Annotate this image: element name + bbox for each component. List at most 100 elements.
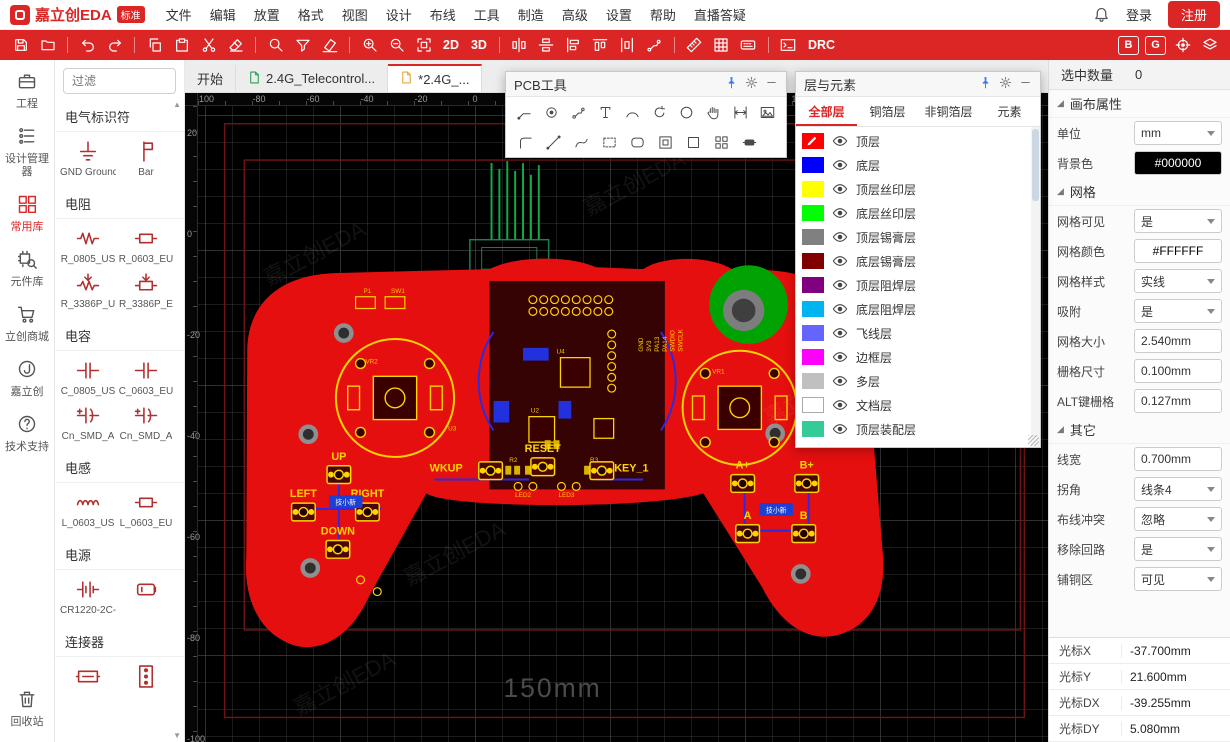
menu-item-2[interactable]: 放置	[245, 4, 289, 27]
layer-row[interactable]: 底层锡膏层	[796, 249, 1030, 273]
pcb-tools-header[interactable]: PCB工具	[506, 72, 786, 97]
layer-row[interactable]: 多层	[796, 369, 1030, 393]
menu-item-5[interactable]: 设计	[377, 4, 421, 27]
sidebar-item-recycle-bin[interactable]: 回收站	[0, 686, 54, 732]
component-item[interactable]: C_0603_EU	[117, 354, 175, 399]
layers-tab-2[interactable]: 非铜箔层	[918, 97, 979, 126]
hand-tool-button[interactable]	[701, 100, 726, 124]
layer-color-swatch[interactable]	[802, 397, 824, 413]
line-45-tool-button[interactable]	[540, 130, 566, 154]
layer-color-swatch[interactable]	[802, 157, 824, 173]
bom-button[interactable]: B	[1118, 36, 1139, 55]
array-tool-button[interactable]	[708, 130, 734, 154]
layer-color-swatch[interactable]	[802, 205, 824, 221]
property-select[interactable]: 实线	[1134, 269, 1222, 293]
section-header[interactable]: ◢画布属性	[1049, 90, 1230, 118]
distribute-button[interactable]	[615, 33, 640, 57]
measure-button[interactable]	[682, 33, 707, 57]
property-select[interactable]: 是	[1134, 537, 1222, 561]
layer-row[interactable]: 顶层	[796, 129, 1030, 153]
sidebar-item-component-library[interactable]: 元件库	[0, 246, 54, 292]
redo-button[interactable]	[102, 33, 127, 57]
visibility-eye-icon[interactable]	[832, 253, 848, 269]
component-item[interactable]: R_0603_EU	[117, 222, 175, 267]
layer-color-swatch[interactable]	[802, 349, 824, 365]
component-item[interactable]	[59, 660, 117, 694]
component-item[interactable]: L_0603_US	[59, 486, 117, 531]
copy-button[interactable]	[142, 33, 167, 57]
component-item[interactable]: C_0805_US	[59, 354, 117, 399]
terminal-button[interactable]	[776, 33, 801, 57]
mirror-horizontal-button[interactable]	[507, 33, 532, 57]
color-swatch-control[interactable]: #000000	[1134, 151, 1222, 175]
via-tool-button[interactable]	[539, 100, 564, 124]
component-item[interactable]: R_3386P_U	[59, 267, 117, 312]
component-item[interactable]	[117, 660, 175, 694]
minimize-icon[interactable]	[1019, 76, 1032, 92]
spline-tool-button[interactable]	[568, 130, 594, 154]
sidebar-item-common-library[interactable]: 常用库	[0, 191, 54, 237]
layer-color-swatch[interactable]	[802, 325, 824, 341]
layer-row[interactable]: 底层	[796, 153, 1030, 177]
library-scroll-up[interactable]: ▲	[173, 100, 181, 109]
dashed-rect-tool-button[interactable]	[596, 130, 622, 154]
visibility-eye-icon[interactable]	[832, 181, 848, 197]
shortcut-button[interactable]	[736, 33, 761, 57]
property-select[interactable]: 是	[1134, 209, 1222, 233]
gear-icon[interactable]	[999, 76, 1012, 92]
layer-row[interactable]: 顶层锡膏层	[796, 225, 1030, 249]
pin-icon[interactable]	[979, 76, 992, 92]
library-scroll-down[interactable]: ▼	[173, 731, 181, 740]
menu-item-11[interactable]: 帮助	[641, 4, 685, 27]
component-item[interactable]: GND Ground	[59, 135, 117, 180]
arc-tool-button[interactable]	[620, 100, 645, 124]
layer-row[interactable]: 底层阻焊层	[796, 297, 1030, 321]
text-tool-button[interactable]	[593, 100, 618, 124]
visibility-eye-icon[interactable]	[832, 397, 848, 413]
grid-settings-button[interactable]	[709, 33, 734, 57]
drc-button[interactable]: DRC	[803, 38, 840, 52]
layer-color-swatch[interactable]	[802, 229, 824, 245]
menu-item-8[interactable]: 制造	[509, 4, 553, 27]
menu-item-10[interactable]: 设置	[597, 4, 641, 27]
menu-item-9[interactable]: 高级	[553, 4, 597, 27]
track-tool-button[interactable]	[512, 100, 537, 124]
visibility-eye-icon[interactable]	[832, 133, 848, 149]
route-button[interactable]	[642, 33, 667, 57]
layer-row[interactable]: 边框层	[796, 345, 1030, 369]
cleanup-button[interactable]	[317, 33, 342, 57]
layers-tab-3[interactable]: 元素	[979, 97, 1040, 126]
component-item[interactable]: R_0805_US	[59, 222, 117, 267]
corner-tool-button[interactable]	[512, 130, 538, 154]
sidebar-item-support[interactable]: 技术支持	[0, 411, 54, 457]
visibility-eye-icon[interactable]	[832, 277, 848, 293]
layer-color-swatch[interactable]	[802, 301, 824, 317]
pad-rect-tool-button[interactable]	[736, 130, 762, 154]
pin-icon[interactable]	[725, 76, 738, 92]
register-button[interactable]: 注册	[1168, 1, 1220, 28]
save-button[interactable]	[8, 33, 33, 57]
notifications-bell-icon[interactable]	[1093, 5, 1110, 25]
visibility-eye-icon[interactable]	[832, 205, 848, 221]
component-item[interactable]: Cn_SMD_A	[117, 399, 175, 444]
menu-item-6[interactable]: 布线	[421, 4, 465, 27]
property-select[interactable]: 忽略	[1134, 507, 1222, 531]
sidebar-item-jlc[interactable]: 嘉立创	[0, 356, 54, 402]
component-item[interactable]: Cn_SMD_A	[59, 399, 117, 444]
layer-row[interactable]: 顶层丝印层	[796, 177, 1030, 201]
zoom-in-button[interactable]	[357, 33, 382, 57]
property-select[interactable]: 可见	[1134, 567, 1222, 591]
layer-row[interactable]: 顶层装配层	[796, 417, 1030, 441]
property-input[interactable]: 2.540mm	[1134, 329, 1222, 353]
visibility-eye-icon[interactable]	[832, 421, 848, 437]
zoom-out-button[interactable]	[384, 33, 409, 57]
tab-0[interactable]: 开始	[185, 65, 236, 92]
component-item[interactable]	[117, 573, 175, 618]
visibility-eye-icon[interactable]	[832, 373, 848, 389]
layers-panel-header[interactable]: 层与元素	[796, 72, 1040, 97]
view-2d-button[interactable]: 2D	[438, 38, 464, 52]
component-item[interactable]: Bar	[117, 135, 175, 180]
layer-color-swatch[interactable]	[802, 181, 824, 197]
property-select[interactable]: mm	[1134, 121, 1222, 145]
section-header[interactable]: ◢网格	[1049, 178, 1230, 206]
